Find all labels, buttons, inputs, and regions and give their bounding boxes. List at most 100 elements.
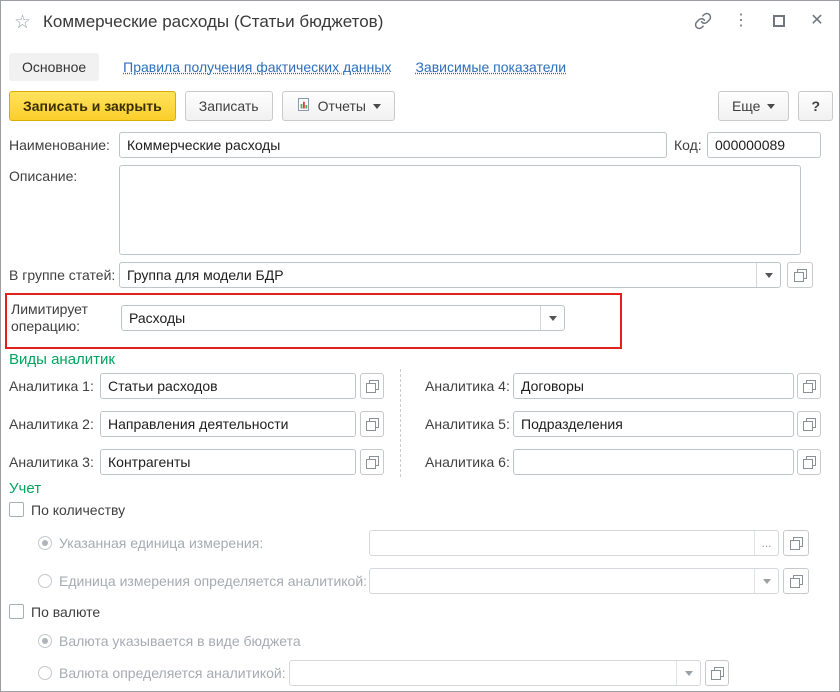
analytics-4-open-button[interactable] <box>797 373 821 399</box>
description-label: Описание: <box>9 163 77 189</box>
analytics-6-label: Аналитика 6: <box>425 449 510 475</box>
dropdown-arrow-icon[interactable] <box>756 263 780 287</box>
limit-operation-label: Лимитирует операцию: <box>11 301 113 335</box>
currency-by-analytics-radio[interactable] <box>38 666 52 680</box>
analytics-4-value: Договоры <box>514 374 793 398</box>
by-currency-label: По валюте <box>31 599 100 625</box>
toolbar: Записать и закрыть Записать Отчеты Еще ? <box>9 91 833 121</box>
currency-in-budget-radio[interactable] <box>38 634 52 648</box>
analytics-6-field[interactable] <box>513 449 794 475</box>
unit-by-analytics-combobox[interactable] <box>369 568 779 594</box>
tab-bar: Основное Правила получения фактических д… <box>9 53 566 81</box>
open-form-icon <box>803 380 816 393</box>
highlight-annotation: Лимитирует операцию: Расходы <box>5 293 622 349</box>
analytics-3-value: Контрагенты <box>101 450 355 474</box>
unit-specified-radio[interactable] <box>38 536 52 550</box>
analytics-6-value <box>514 450 793 474</box>
group-value: Группа для модели БДР <box>120 263 756 287</box>
analytics-4-field[interactable]: Договоры <box>513 373 794 399</box>
analytics-2-field[interactable]: Направления деятельности <box>100 411 356 437</box>
help-button[interactable]: ? <box>798 91 833 121</box>
currency-by-analytics-value <box>290 661 676 685</box>
tab-fact-rules[interactable]: Правила получения фактических данных <box>123 59 391 75</box>
currency-by-analytics-combobox[interactable] <box>289 660 701 686</box>
form-window: ☆ Коммерческие расходы (Статьи бюджетов)… <box>0 0 840 692</box>
analytics-1-label: Аналитика 1: <box>9 373 94 399</box>
description-textarea[interactable] <box>119 165 801 255</box>
analytics-5-value: Подразделения <box>514 412 793 436</box>
chevron-down-icon <box>373 104 381 113</box>
maximize-icon[interactable] <box>769 11 789 31</box>
analytics-1-open-button[interactable] <box>360 373 384 399</box>
tab-main[interactable]: Основное <box>9 53 99 81</box>
group-combobox[interactable]: Группа для модели БДР <box>119 262 781 288</box>
open-form-icon <box>803 456 816 469</box>
page-title: Коммерческие расходы (Статьи бюджетов) <box>43 12 383 32</box>
analytics-5-field[interactable]: Подразделения <box>513 411 794 437</box>
report-icon <box>296 97 311 115</box>
reports-button-label: Отчеты <box>318 98 366 114</box>
dropdown-arrow-icon[interactable] <box>754 569 778 593</box>
currency-by-analytics-open-button[interactable] <box>705 660 729 686</box>
group-open-button[interactable] <box>787 262 813 288</box>
by-currency-checkbox[interactable] <box>9 604 24 619</box>
kebab-menu-icon[interactable]: ⋮ <box>731 11 751 31</box>
open-form-icon <box>790 537 803 550</box>
by-quantity-checkbox[interactable] <box>9 502 24 517</box>
analytics-5-open-button[interactable] <box>797 411 821 437</box>
ellipsis-button[interactable]: ... <box>754 531 778 555</box>
unit-by-analytics-label: Единица измерения определяется аналитико… <box>59 568 367 594</box>
more-button-label: Еще <box>732 98 761 114</box>
favorite-star-icon[interactable]: ☆ <box>14 11 31 34</box>
open-form-icon <box>366 380 379 393</box>
group-label: В группе статей: <box>9 262 115 288</box>
more-button[interactable]: Еще <box>718 91 790 121</box>
save-and-close-button[interactable]: Записать и закрыть <box>9 91 176 121</box>
analytics-2-open-button[interactable] <box>360 411 384 437</box>
unit-by-analytics-radio[interactable] <box>38 574 52 588</box>
dropdown-arrow-icon[interactable] <box>676 661 700 685</box>
unit-specified-value <box>370 531 754 555</box>
limit-operation-value: Расходы <box>122 306 540 330</box>
analytics-2-value: Направления деятельности <box>101 412 355 436</box>
chevron-down-icon <box>767 104 775 113</box>
title-bar: ☆ Коммерческие расходы (Статьи бюджетов)… <box>1 1 839 47</box>
link-icon[interactable] <box>693 11 713 31</box>
accounting-section-header: Учет <box>9 480 41 497</box>
open-form-icon <box>803 418 816 431</box>
save-button[interactable]: Записать <box>185 91 273 121</box>
analytics-6-open-button[interactable] <box>797 449 821 475</box>
name-input[interactable] <box>119 132 667 158</box>
tab-dependent-indicators[interactable]: Зависимые показатели <box>415 59 566 75</box>
name-label: Наименование: <box>9 132 110 158</box>
close-icon[interactable]: ✕ <box>807 11 827 31</box>
open-form-icon <box>794 269 807 282</box>
analytics-section-header: Виды аналитик <box>9 351 115 368</box>
analytics-2-label: Аналитика 2: <box>9 411 94 437</box>
limit-operation-combobox[interactable]: Расходы <box>121 305 565 331</box>
analytics-1-field[interactable]: Статьи расходов <box>100 373 356 399</box>
code-label: Код: <box>674 132 702 158</box>
analytics-1-value: Статьи расходов <box>101 374 355 398</box>
reports-button[interactable]: Отчеты <box>282 91 395 121</box>
dropdown-arrow-icon[interactable] <box>540 306 564 330</box>
open-form-icon <box>711 667 724 680</box>
open-form-icon <box>790 575 803 588</box>
analytics-3-field[interactable]: Контрагенты <box>100 449 356 475</box>
window-controls: ⋮ ✕ <box>693 11 827 31</box>
analytics-3-open-button[interactable] <box>360 449 384 475</box>
open-form-icon <box>366 418 379 431</box>
currency-by-analytics-label: Валюта определяется аналитикой: <box>59 660 286 686</box>
column-divider <box>400 369 401 477</box>
unit-by-analytics-open-button[interactable] <box>783 568 809 594</box>
open-form-icon <box>366 456 379 469</box>
unit-by-analytics-value <box>370 569 754 593</box>
analytics-3-label: Аналитика 3: <box>9 449 94 475</box>
code-input[interactable] <box>707 132 821 158</box>
unit-specified-open-button[interactable] <box>783 530 809 556</box>
by-quantity-label: По количеству <box>31 497 125 523</box>
currency-in-budget-label: Валюта указывается в виде бюджета <box>59 628 301 654</box>
unit-specified-field[interactable]: ... <box>369 530 779 556</box>
unit-specified-label: Указанная единица измерения: <box>59 530 263 556</box>
analytics-5-label: Аналитика 5: <box>425 411 510 437</box>
